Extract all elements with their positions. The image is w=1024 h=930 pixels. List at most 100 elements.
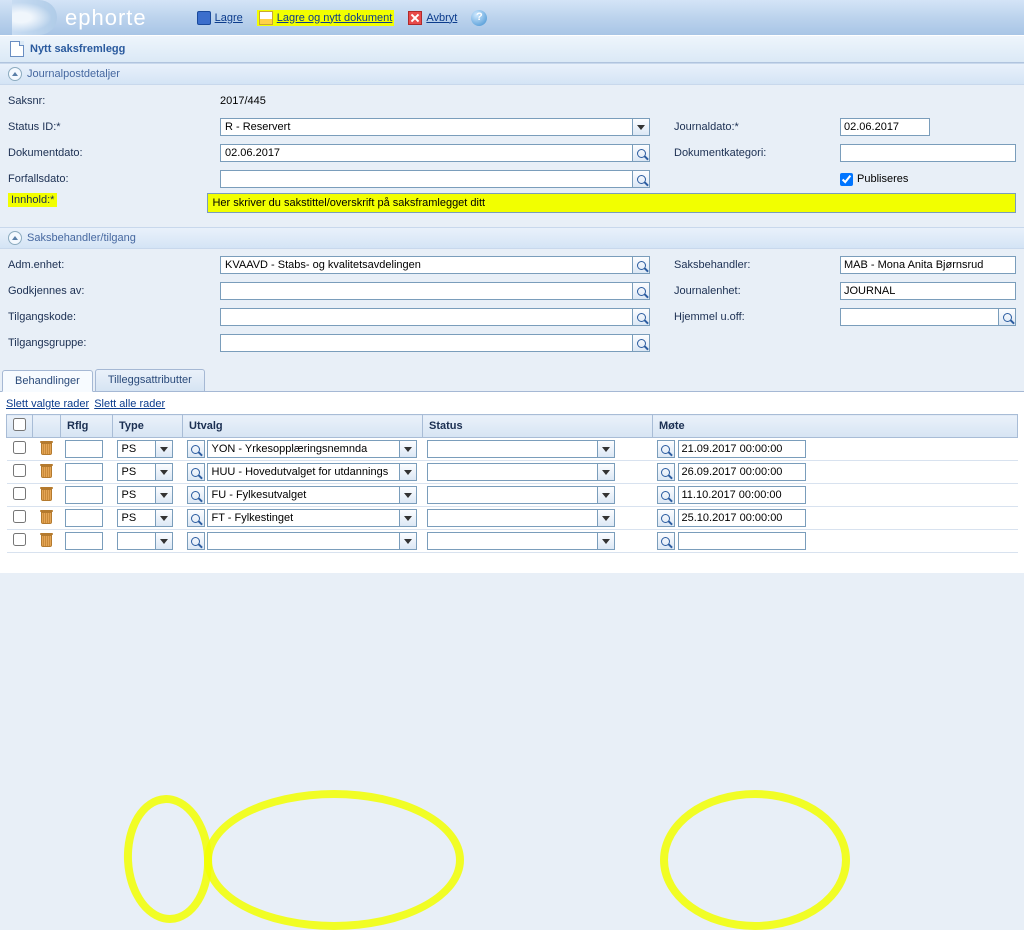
cancel-button[interactable]: Avbryt: [408, 11, 457, 25]
save-new-button[interactable]: Lagre og nytt dokument: [257, 10, 395, 26]
status-dropdown-button[interactable]: [597, 532, 615, 550]
type-select[interactable]: PS: [117, 440, 155, 458]
innhold-input[interactable]: [207, 193, 1016, 213]
row-select-checkbox[interactable]: [13, 464, 26, 477]
admenhet-lookup-button[interactable]: [632, 256, 650, 274]
status-dropdown-button[interactable]: [597, 463, 615, 481]
utvalg-lookup-button[interactable]: [187, 509, 205, 527]
status-select[interactable]: [427, 463, 597, 481]
type-dropdown-button[interactable]: [155, 509, 173, 527]
trash-icon[interactable]: [40, 510, 53, 524]
rflg-input[interactable]: [65, 440, 103, 458]
help-icon[interactable]: ?: [471, 10, 487, 26]
status-select[interactable]: [427, 532, 597, 550]
tilgangskode-lookup-button[interactable]: [632, 308, 650, 326]
row-select-checkbox[interactable]: [13, 510, 26, 523]
status-dropdown-button[interactable]: [597, 509, 615, 527]
admenhet-input[interactable]: KVAAVD - Stabs- og kvalitetsavdelingen: [220, 256, 632, 274]
utvalg-dropdown-button[interactable]: [399, 440, 417, 458]
utvalg-select[interactable]: FT - Fylkestinget: [207, 509, 399, 527]
journaldato-input[interactable]: [840, 118, 930, 136]
utvalg-lookup-button[interactable]: [187, 440, 205, 458]
trash-icon[interactable]: [40, 441, 53, 455]
trash-icon[interactable]: [40, 533, 53, 547]
rflg-input[interactable]: [65, 532, 103, 550]
save-icon: [197, 11, 211, 25]
select-all-checkbox[interactable]: [13, 418, 26, 431]
trash-icon[interactable]: [40, 464, 53, 478]
trash-icon[interactable]: [40, 487, 53, 501]
tilgangskode-input[interactable]: [220, 308, 632, 326]
mote-lookup-button[interactable]: [657, 532, 675, 550]
link-delete-selected[interactable]: Slett valgte rader: [6, 398, 89, 410]
dokkat-input[interactable]: [840, 144, 1016, 162]
hjemmel-input[interactable]: [840, 308, 998, 326]
type-dropdown-button[interactable]: [155, 440, 173, 458]
type-dropdown-button[interactable]: [155, 486, 173, 504]
tab-behandlinger[interactable]: Behandlinger: [2, 370, 93, 392]
col-utvalg: Utvalg: [183, 415, 423, 438]
mote-value[interactable]: [678, 532, 806, 550]
mote-value[interactable]: 25.10.2017 00:00:00: [678, 509, 806, 527]
publiseres-checkbox[interactable]: [840, 173, 853, 186]
saksbehandler-input[interactable]: [840, 256, 1016, 274]
hjemmel-lookup-button[interactable]: [998, 308, 1016, 326]
type-select[interactable]: PS: [117, 509, 155, 527]
search-icon: [661, 537, 670, 546]
save-new-label: Lagre og nytt dokument: [277, 12, 393, 24]
rflg-input[interactable]: [65, 486, 103, 504]
status-id-select[interactable]: R - Reservert: [220, 118, 632, 136]
utvalg-lookup-button[interactable]: [187, 463, 205, 481]
rflg-input[interactable]: [65, 463, 103, 481]
rflg-input[interactable]: [65, 509, 103, 527]
mote-value[interactable]: 26.09.2017 00:00:00: [678, 463, 806, 481]
type-dropdown-button[interactable]: [155, 463, 173, 481]
forfall-lookup-button[interactable]: [632, 170, 650, 188]
mote-value[interactable]: 21.09.2017 00:00:00: [678, 440, 806, 458]
dokdato-input[interactable]: 02.06.2017: [220, 144, 632, 162]
grid-links: Slett valgte rader Slett alle rader: [6, 398, 1018, 410]
row-select-checkbox[interactable]: [13, 487, 26, 500]
tab-tillegg[interactable]: Tilleggsattributter: [95, 369, 205, 391]
utvalg-select[interactable]: FU - Fylkesutvalget: [207, 486, 399, 504]
journalenhet-input[interactable]: [840, 282, 1016, 300]
utvalg-lookup-button[interactable]: [187, 486, 205, 504]
status-id-dropdown-button[interactable]: [632, 118, 650, 136]
type-select[interactable]: PS: [117, 486, 155, 504]
type-dropdown-button[interactable]: [155, 532, 173, 550]
tilgangsgruppe-input[interactable]: [220, 334, 632, 352]
utvalg-select[interactable]: YON - Yrkesopplæringsnemnda: [207, 440, 399, 458]
utvalg-lookup-button[interactable]: [187, 532, 205, 550]
mote-lookup-button[interactable]: [657, 463, 675, 481]
link-delete-all[interactable]: Slett alle rader: [94, 398, 165, 410]
status-select[interactable]: [427, 509, 597, 527]
mote-lookup-button[interactable]: [657, 440, 675, 458]
status-select[interactable]: [427, 440, 597, 458]
godkjennes-lookup-button[interactable]: [632, 282, 650, 300]
mote-lookup-button[interactable]: [657, 509, 675, 527]
row-select-checkbox[interactable]: [13, 441, 26, 454]
forfall-input[interactable]: [220, 170, 632, 188]
dokdato-lookup-button[interactable]: [632, 144, 650, 162]
section-journal-header[interactable]: Journalpostdetaljer: [0, 63, 1024, 85]
chevron-down-icon: [637, 125, 645, 130]
row-select-checkbox[interactable]: [13, 533, 26, 546]
godkjennes-input[interactable]: [220, 282, 632, 300]
mote-lookup-button[interactable]: [657, 486, 675, 504]
utvalg-select[interactable]: [207, 532, 399, 550]
utvalg-dropdown-button[interactable]: [399, 509, 417, 527]
status-select[interactable]: [427, 486, 597, 504]
grid-area: Slett valgte rader Slett alle rader Rflg…: [0, 392, 1024, 573]
section-access-header[interactable]: Saksbehandler/tilgang: [0, 227, 1024, 249]
type-select[interactable]: [117, 532, 155, 550]
utvalg-dropdown-button[interactable]: [399, 532, 417, 550]
type-select[interactable]: PS: [117, 463, 155, 481]
tilgangsgruppe-lookup-button[interactable]: [632, 334, 650, 352]
utvalg-dropdown-button[interactable]: [399, 486, 417, 504]
utvalg-dropdown-button[interactable]: [399, 463, 417, 481]
save-button[interactable]: Lagre: [197, 11, 243, 25]
mote-value[interactable]: 11.10.2017 00:00:00: [678, 486, 806, 504]
utvalg-select[interactable]: HUU - Hovedutvalget for utdannings: [207, 463, 399, 481]
status-dropdown-button[interactable]: [597, 440, 615, 458]
status-dropdown-button[interactable]: [597, 486, 615, 504]
